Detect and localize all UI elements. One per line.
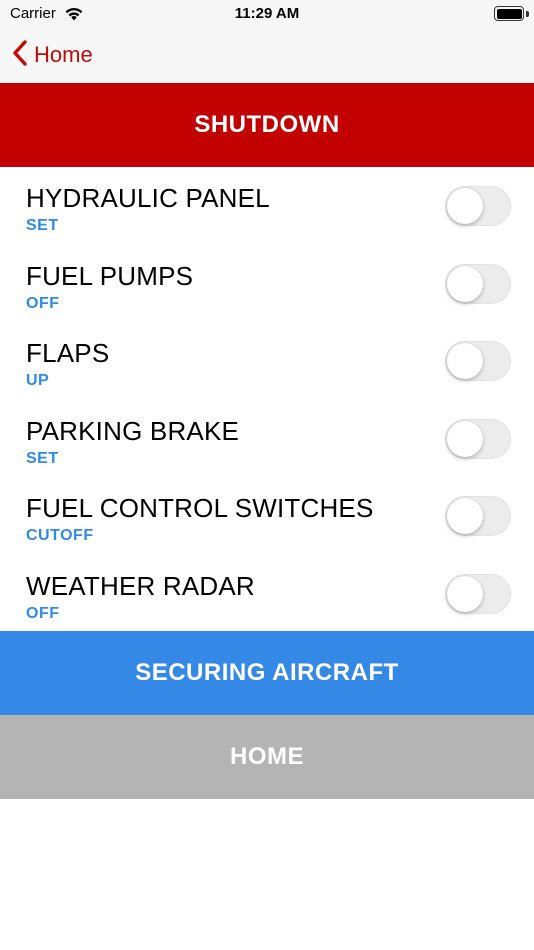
item-label: PARKING BRAKE bbox=[26, 415, 240, 446]
next-checklist-button[interactable]: SECURING AIRCRAFT bbox=[0, 631, 534, 715]
item-label: FUEL CONTROL SWITCHES bbox=[26, 493, 374, 523]
item-value: OFF bbox=[26, 604, 60, 622]
checklist-title: SHUTDOWN bbox=[0, 83, 534, 167]
toggle-knob bbox=[447, 420, 483, 457]
battery-cap bbox=[526, 11, 529, 17]
checklist-item-fuel-pumps: FUEL PUMPS OFF bbox=[0, 245, 534, 323]
toggle-switch[interactable] bbox=[445, 341, 511, 381]
toggle-switch[interactable] bbox=[445, 418, 511, 459]
back-label: Home bbox=[34, 42, 93, 67]
toggle-knob bbox=[447, 188, 483, 224]
item-label: FUEL PUMPS bbox=[26, 260, 194, 291]
item-value: UP bbox=[26, 372, 50, 389]
toggle-knob bbox=[447, 343, 483, 379]
item-label: HYDRAULIC PANEL bbox=[26, 183, 270, 213]
navigation-bar: Home bbox=[0, 28, 534, 83]
toggle-switch[interactable] bbox=[445, 186, 511, 226]
checklist-item-flaps: FLAPS UP bbox=[0, 322, 534, 400]
toggle-knob bbox=[447, 498, 483, 534]
toggle-switch[interactable] bbox=[445, 573, 511, 614]
chevron-left-icon bbox=[12, 39, 28, 72]
back-button[interactable]: Home bbox=[12, 38, 93, 72]
screen: Carrier 11:29 AM Home SHUTDOWN HYDRAULIC… bbox=[0, 0, 534, 950]
toggle-knob bbox=[447, 265, 483, 302]
toggle-knob bbox=[447, 575, 483, 612]
checklist: HYDRAULIC PANEL SET FUEL PUMPS OFF FLAPS… bbox=[0, 167, 534, 632]
item-value: SET bbox=[26, 449, 59, 467]
toggle-switch[interactable] bbox=[445, 496, 511, 536]
checklist-item-fuel-control-switches: FUEL CONTROL SWITCHES CUTOFF bbox=[0, 477, 534, 555]
item-value: SET bbox=[26, 217, 59, 234]
checklist-item-hydraulic-panel: HYDRAULIC PANEL SET bbox=[0, 167, 534, 245]
item-label: FLAPS bbox=[26, 338, 110, 368]
item-value: CUTOFF bbox=[26, 527, 94, 544]
item-label: WEATHER RADAR bbox=[26, 570, 255, 601]
toggle-switch[interactable] bbox=[445, 263, 511, 304]
status-bar: Carrier 11:29 AM bbox=[0, 0, 534, 28]
checklist-item-parking-brake: PARKING BRAKE SET bbox=[0, 400, 534, 478]
clock: 11:29 AM bbox=[234, 5, 300, 22]
checklist-item-weather-radar: WEATHER RADAR OFF bbox=[0, 555, 534, 633]
home-button[interactable]: HOME bbox=[0, 715, 534, 799]
battery-icon bbox=[494, 6, 524, 21]
item-value: OFF bbox=[26, 294, 60, 312]
